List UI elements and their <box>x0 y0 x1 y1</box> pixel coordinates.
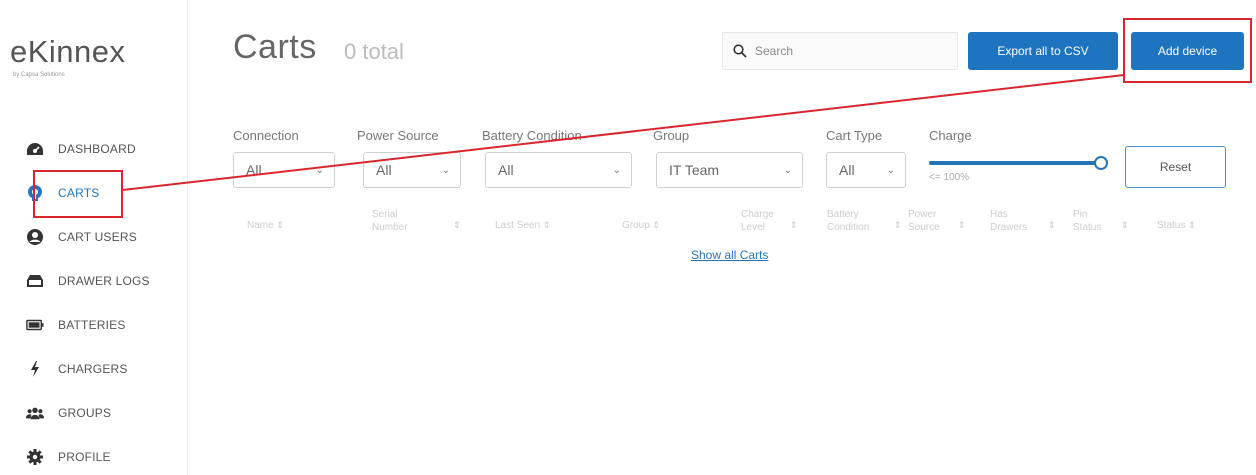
sidebar-item-label: GROUPS <box>58 406 112 420</box>
drawer-icon <box>26 272 44 290</box>
chevron-down-icon: ⌄ <box>783 164 792 176</box>
sort-icon: ⇕ <box>453 220 461 230</box>
power-source-select-value: All <box>376 162 392 178</box>
sidebar-item-label: DRAWER LOGS <box>58 274 150 288</box>
column-header-label: Condition <box>827 222 870 233</box>
sidebar-item-label: PROFILE <box>58 450 111 464</box>
column-header-status[interactable]: Status ⇕ <box>1157 219 1196 232</box>
page-title: Carts <box>233 28 317 66</box>
sidebar-item-cart-users[interactable]: CART USERS <box>0 215 188 259</box>
sidebar-item-dashboard[interactable]: DASHBOARD <box>0 127 188 171</box>
column-header-label: Level <box>741 222 765 233</box>
column-header-label: Status <box>1073 222 1102 233</box>
column-header-label: Pin <box>1073 209 1088 220</box>
dashboard-icon <box>26 140 44 158</box>
column-header-has-drawers[interactable]: Has Drawers <box>990 208 1027 234</box>
battery-condition-select[interactable]: All ⌄ <box>485 152 632 188</box>
connection-select-value: All <box>246 162 262 178</box>
column-header-label: Last Seen <box>495 220 541 231</box>
charge-filter-label: Charge <box>929 128 972 143</box>
sort-icon: ⇕ <box>1048 220 1056 230</box>
column-header-label: Serial <box>372 209 398 220</box>
gear-icon <box>26 448 44 466</box>
column-header-pin-status[interactable]: Pin Status <box>1073 208 1101 234</box>
column-header-label: Has <box>990 209 1008 220</box>
sidebar: eKinnex by Capsa Solutions DASHBOARD CAR… <box>0 0 188 475</box>
chevron-down-icon: ⌄ <box>441 164 450 176</box>
column-header-label: Number <box>372 222 408 233</box>
sort-icon: ⇕ <box>1121 220 1129 230</box>
user-icon <box>26 228 44 246</box>
sidebar-item-groups[interactable]: GROUPS <box>0 391 188 435</box>
brand-logo[interactable]: eKinnex by Capsa Solutions <box>10 34 126 78</box>
column-header-label: Charge <box>741 209 774 220</box>
lightning-icon <box>26 360 44 378</box>
sort-icon: ⇕ <box>652 220 661 230</box>
sort-icon: ⇕ <box>958 220 966 230</box>
sidebar-item-batteries[interactable]: BATTERIES <box>0 303 188 347</box>
power-source-select[interactable]: All ⌄ <box>363 152 461 188</box>
sidebar-item-chargers[interactable]: CHARGERS <box>0 347 188 391</box>
chevron-down-icon: ⌄ <box>886 164 895 176</box>
sort-icon: ⇕ <box>790 220 798 230</box>
column-header-power-source[interactable]: Power Source <box>908 208 940 234</box>
column-header-label: Status <box>1157 220 1186 231</box>
search-icon <box>733 44 747 58</box>
column-header-label: Name <box>247 220 274 231</box>
sidebar-item-label: CART USERS <box>58 230 137 244</box>
column-header-serial-number[interactable]: Serial Number <box>372 208 408 234</box>
group-filter-label: Group <box>653 128 690 143</box>
column-header-label: Source <box>908 222 940 233</box>
connection-select[interactable]: All ⌄ <box>233 152 335 188</box>
connection-filter-label: Connection <box>233 128 299 143</box>
sort-icon: ⇕ <box>894 220 902 230</box>
sidebar-item-drawer-logs[interactable]: DRAWER LOGS <box>0 259 188 303</box>
sidebar-item-label: DASHBOARD <box>58 142 136 156</box>
sort-icon: ⇕ <box>276 220 285 230</box>
search-box[interactable] <box>722 32 958 70</box>
column-header-label: Battery <box>827 209 859 220</box>
chevron-down-icon: ⌄ <box>315 164 324 176</box>
column-header-label: Group <box>622 220 650 231</box>
column-header-group[interactable]: Group ⇕ <box>622 219 660 232</box>
cart-type-select[interactable]: All ⌄ <box>826 152 906 188</box>
search-input[interactable] <box>755 44 935 58</box>
charge-value: <= 100% <box>929 172 970 183</box>
reset-button[interactable]: Reset <box>1125 146 1226 188</box>
carts-highlight <box>33 170 123 218</box>
group-select[interactable]: IT Team ⌄ <box>656 152 803 188</box>
sidebar-item-label: CHARGERS <box>58 362 128 376</box>
group-select-value: IT Team <box>669 162 720 178</box>
battery-condition-select-value: All <box>498 162 514 178</box>
power-source-filter-label: Power Source <box>357 128 439 143</box>
highlight-connector-line <box>122 74 1125 191</box>
show-all-carts-link[interactable]: Show all Carts <box>691 248 768 262</box>
column-header-charge-level[interactable]: Charge Level <box>741 208 774 234</box>
charge-slider-track <box>929 161 1097 165</box>
battery-condition-filter-label: Battery Condition <box>482 128 582 143</box>
export-csv-button[interactable]: Export all to CSV <box>968 32 1118 70</box>
sidebar-item-profile[interactable]: PROFILE <box>0 435 188 475</box>
column-header-label: Power <box>908 209 937 220</box>
charge-slider-handle[interactable] <box>1094 156 1108 170</box>
chevron-down-icon: ⌄ <box>612 164 621 176</box>
column-header-name[interactable]: Name ⇕ <box>247 219 284 232</box>
sort-icon: ⇕ <box>1188 220 1196 230</box>
column-header-battery-condition[interactable]: Battery Condition <box>827 208 869 234</box>
column-header-last-seen[interactable]: Last Seen ⇕ <box>495 219 550 232</box>
add-device-highlight <box>1123 18 1252 83</box>
battery-icon <box>26 316 44 334</box>
cart-type-select-value: All <box>839 162 855 178</box>
column-header-label: Drawers <box>990 222 1028 233</box>
sidebar-item-label: BATTERIES <box>58 318 126 332</box>
cart-type-filter-label: Cart Type <box>826 128 883 143</box>
total-count: 0 total <box>344 39 404 64</box>
groups-icon <box>26 404 44 422</box>
sort-icon: ⇕ <box>542 220 551 230</box>
brand-subtitle: by Capsa Solutions <box>13 72 65 78</box>
charge-slider[interactable] <box>929 156 1109 170</box>
brand-name: eKinnex <box>10 34 126 69</box>
